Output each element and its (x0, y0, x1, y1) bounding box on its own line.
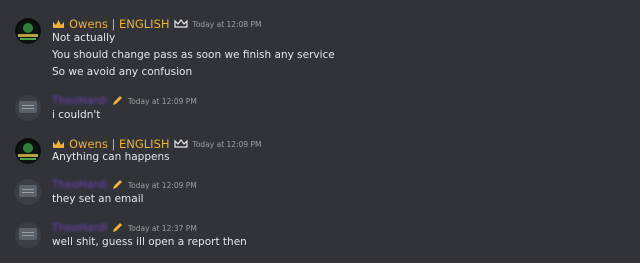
message-text: they set an email (52, 193, 144, 205)
message-text: So we avoid any confusion (52, 66, 193, 78)
avatar[interactable] (15, 95, 41, 121)
author-name[interactable]: TheoHardi (52, 222, 108, 234)
avatar[interactable] (15, 138, 41, 164)
crown-icon (53, 139, 64, 148)
message-text: Not actually (52, 32, 116, 44)
message-text: well shit, guess ill open a report then (52, 236, 247, 248)
timestamp: Today at 12:08 PM (192, 19, 262, 29)
pencil-icon (112, 96, 122, 105)
avatar[interactable] (15, 222, 41, 248)
pencil-icon (112, 180, 122, 189)
author-name[interactable]: Owens | ENGLISH (69, 17, 170, 31)
pencil-icon (112, 223, 122, 232)
crown-badge-icon (173, 139, 188, 148)
message-text: Anything can happens (52, 151, 170, 163)
crown-icon (53, 19, 64, 28)
timestamp: Today at 12:09 PM (192, 139, 262, 149)
timestamp: Today at 12:09 PM (127, 180, 197, 190)
avatar[interactable] (15, 179, 41, 205)
author-name[interactable]: Owens | ENGLISH (69, 137, 170, 151)
timestamp: Today at 12:37 PM (127, 223, 197, 233)
author-name[interactable]: TheoHardi (52, 95, 108, 107)
author-name[interactable]: TheoHardi (52, 179, 108, 191)
message-text: You should change pass as soon we finish… (52, 49, 335, 61)
crown-badge-icon (173, 19, 188, 28)
timestamp: Today at 12:09 PM (127, 96, 197, 106)
message-text: i couldn't (52, 109, 101, 121)
avatar[interactable] (15, 18, 41, 44)
